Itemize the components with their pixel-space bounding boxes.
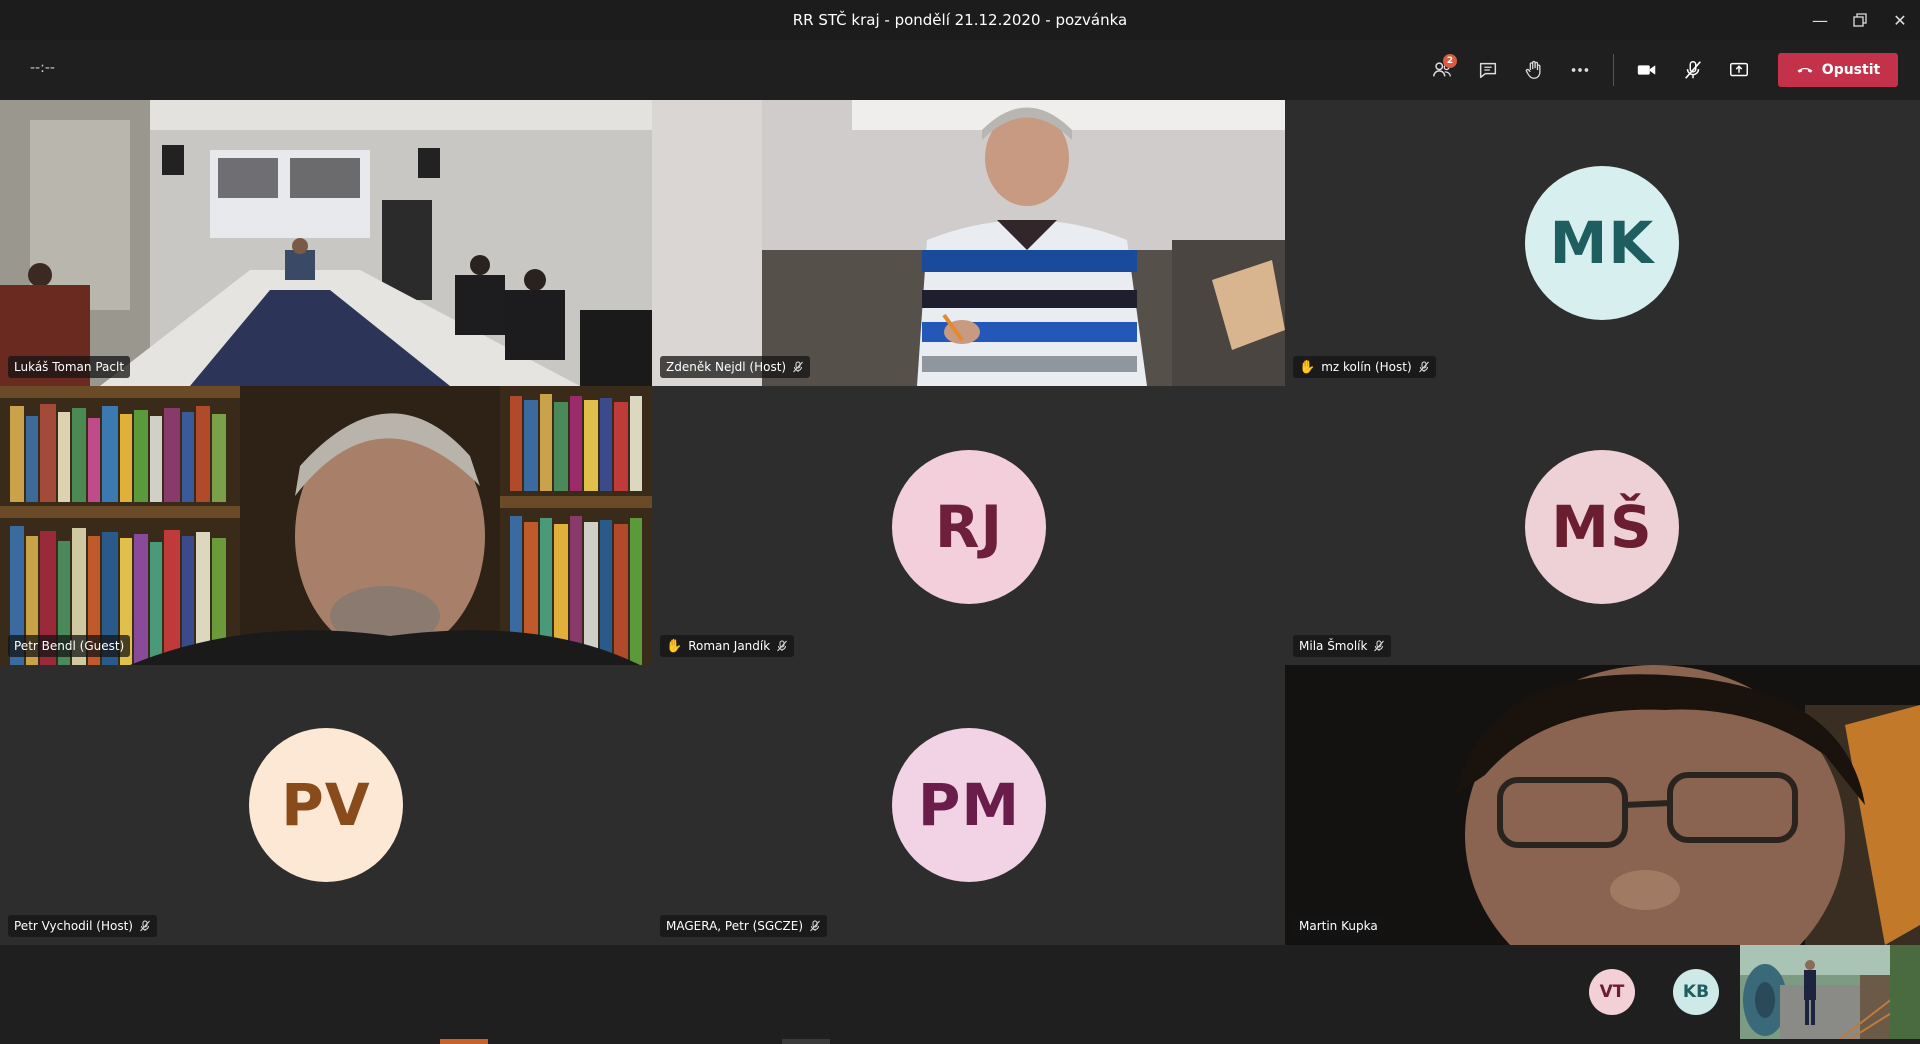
leave-label: Opustit [1821,62,1881,78]
mic-off-icon [1685,61,1701,79]
avatar: MK [1525,166,1679,320]
raised-hand-icon: ✋ [1299,359,1316,375]
participant-tile[interactable]: Martin Kupka [1285,665,1920,945]
participant-tile[interactable]: RJ ✋ Roman Jandík [652,386,1285,665]
share-icon [1730,62,1748,77]
participant-name: Roman Jandík [688,639,771,653]
participant-name: mz kolín (Host) [1321,360,1412,374]
scroll-indicator [782,1039,830,1044]
participant-tile[interactable]: Zdeněk Nejdl (Host) [652,100,1285,386]
mic-muted-icon [139,920,151,932]
participant-name-chip: MAGERA, Petr (SGCZE) [660,915,828,937]
overflow-participants-strip: VT KB [0,945,1920,1044]
participant-tile[interactable]: Lukáš Toman Paclt [0,100,652,386]
close-icon[interactable]: ✕ [1880,0,1920,40]
participant-tile[interactable]: MK ✋ mz kolín (Host) [1285,100,1920,386]
avatar: PV [249,728,403,882]
leave-button[interactable]: Opustit [1778,53,1898,87]
overflow-avatar[interactable]: KB [1673,969,1719,1015]
microphone-button[interactable] [1670,52,1716,88]
participant-name-chip: ✋ Roman Jandík [660,635,795,657]
participant-name: Mila Šmolík [1299,639,1368,653]
participants-button[interactable]: 2 [1419,52,1465,88]
video-feed [652,100,1285,386]
avatar: PM [892,728,1046,882]
video-feed [0,386,652,665]
avatar: MŠ [1525,450,1679,604]
participant-tile[interactable]: PV Petr Vychodil (Host) [0,665,652,945]
camera-button[interactable] [1624,52,1670,88]
mic-muted-icon [1418,361,1430,373]
title-bar: RR STČ kraj - pondělí 21.12.2020 - pozvá… [0,0,1920,40]
participant-tile[interactable]: MŠ Mila Šmolík [1285,386,1920,665]
participant-tile[interactable]: PM MAGERA, Petr (SGCZE) [652,665,1285,945]
participant-name: Martin Kupka [1299,919,1378,933]
more-icon [1571,68,1589,72]
participant-tile[interactable]: Petr Bendl (Guest) [0,386,652,665]
window-title: RR STČ kraj - pondělí 21.12.2020 - pozvá… [792,11,1128,29]
participant-name: Lukáš Toman Paclt [14,360,125,374]
participant-name-chip: Mila Šmolík [1293,635,1392,657]
mic-muted-icon [809,920,821,932]
meeting-controls: 2 Opustit [1419,52,1898,88]
more-actions-button[interactable] [1557,52,1603,88]
participant-name: Petr Bendl (Guest) [14,639,125,653]
video-grid: Lukáš Toman Paclt Zdeněk Nejdl (Host) MK… [0,100,1920,945]
participant-name-chip: Martin Kupka [1293,915,1384,937]
window-controls: — ✕ [1800,0,1920,40]
restore-icon[interactable] [1840,0,1880,40]
participant-name-chip: Lukáš Toman Paclt [8,356,131,378]
video-feed [1740,945,1920,1039]
raise-hand-button[interactable] [1511,52,1557,88]
phone-hangup-icon [1797,67,1813,73]
teams-meeting-window: RR STČ kraj - pondělí 21.12.2020 - pozvá… [0,0,1920,1044]
mic-muted-icon [1373,640,1385,652]
raised-hand-icon: ✋ [666,638,683,654]
participant-name-chip: Petr Bendl (Guest) [8,635,131,657]
participant-name: Zdeněk Nejdl (Host) [666,360,787,374]
video-feed [1285,665,1920,945]
meeting-timer: --:-- [30,60,55,76]
participant-name-chip: Zdeněk Nejdl (Host) [660,356,811,378]
avatar: RJ [892,450,1046,604]
participant-name: Petr Vychodil (Host) [14,919,133,933]
mic-muted-icon [792,361,804,373]
hand-icon [1525,60,1541,79]
participant-name-chip: Petr Vychodil (Host) [8,915,157,937]
self-view-video[interactable] [1740,945,1920,1039]
participant-name-chip: ✋ mz kolín (Host) [1293,356,1436,378]
mic-muted-icon [776,640,788,652]
chat-button[interactable] [1465,52,1511,88]
video-feed [0,100,652,386]
participants-badge: 2 [1443,54,1457,68]
camera-icon [1637,65,1656,75]
toolbar-divider [1613,54,1614,86]
meeting-toolbar: --:-- 2 Opustit [0,40,1920,100]
scroll-indicator [440,1039,488,1044]
overflow-avatar[interactable]: VT [1589,969,1635,1015]
share-screen-button[interactable] [1716,52,1762,88]
chat-icon [1479,62,1497,79]
participant-name: MAGERA, Petr (SGCZE) [666,919,804,933]
minimize-icon[interactable]: — [1800,0,1840,40]
